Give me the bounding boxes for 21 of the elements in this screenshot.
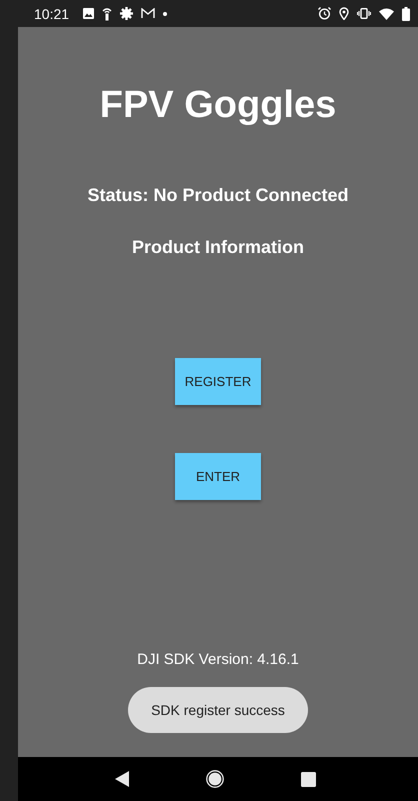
signal-tower-icon bbox=[102, 6, 112, 20]
alarm-icon bbox=[318, 7, 331, 20]
location-icon bbox=[339, 7, 349, 20]
product-info-text: Product Information bbox=[132, 237, 304, 258]
gear-icon bbox=[120, 7, 134, 20]
sdk-version-text: DJI SDK Version: 4.16.1 bbox=[137, 651, 299, 668]
wifi-icon bbox=[379, 8, 394, 20]
home-icon[interactable] bbox=[206, 770, 224, 788]
mail-icon bbox=[141, 8, 156, 19]
recents-icon[interactable] bbox=[300, 772, 316, 786]
action-button[interactable]: ENTER bbox=[175, 453, 261, 500]
image-icon bbox=[83, 8, 94, 19]
vibrate-icon bbox=[357, 8, 371, 19]
status-time: 10:21 bbox=[34, 6, 70, 22]
dot-icon bbox=[163, 12, 168, 16]
battery-icon bbox=[402, 6, 410, 20]
toast-message: SDK register success bbox=[128, 687, 308, 733]
back-icon[interactable] bbox=[114, 771, 128, 787]
app-title: FPV Goggles bbox=[100, 83, 336, 127]
status-text: Status: No Product Connected bbox=[87, 185, 348, 206]
action-button[interactable]: REGISTER bbox=[175, 358, 261, 405]
